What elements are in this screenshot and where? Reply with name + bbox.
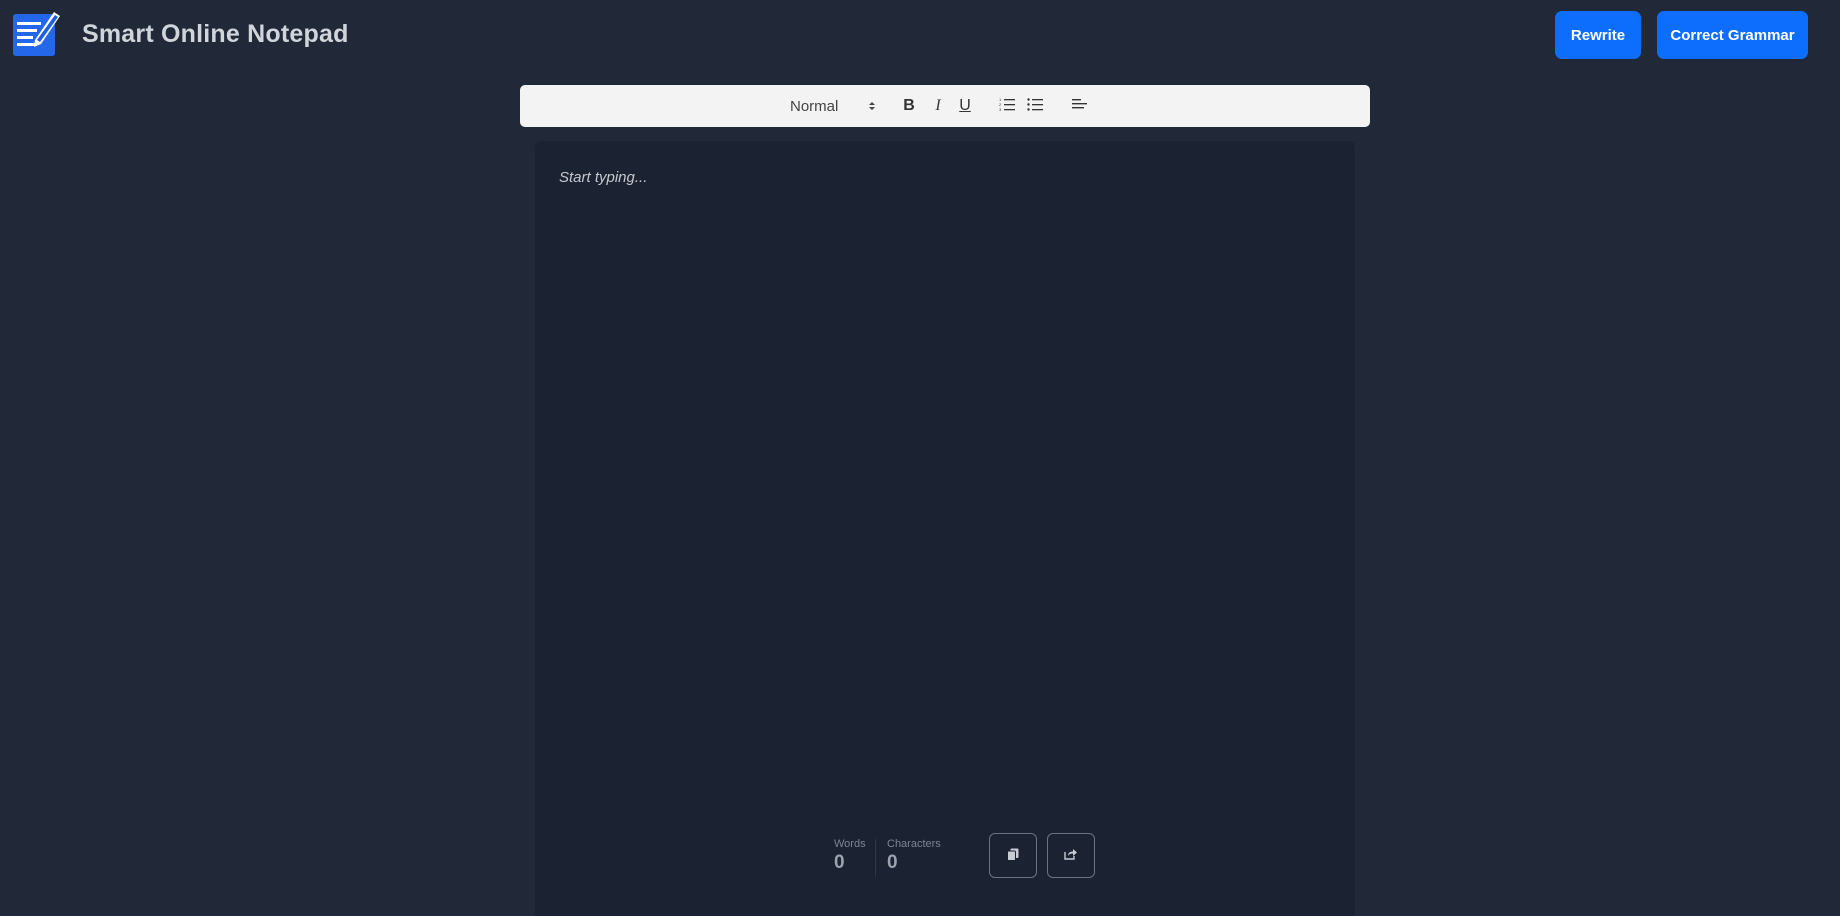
- notepad-logo-icon: [13, 10, 61, 58]
- share-icon: [1064, 848, 1078, 863]
- ordered-list-icon: 1 2 3: [999, 97, 1015, 116]
- copy-button[interactable]: [989, 833, 1037, 878]
- editor-toolbar: Normal B I U 1 2 3: [520, 85, 1370, 127]
- bullet-list-button[interactable]: [1024, 85, 1046, 127]
- character-count-value: 0: [887, 852, 898, 873]
- correct-grammar-button[interactable]: Correct Grammar: [1657, 11, 1808, 59]
- svg-text:3: 3: [999, 107, 1002, 111]
- editor-area[interactable]: Start typing... Words 0 Characters 0: [535, 141, 1355, 916]
- stats-divider: [875, 839, 876, 877]
- character-count: Characters 0: [887, 838, 941, 874]
- word-count-value: 0: [834, 852, 845, 873]
- format-select[interactable]: Normal: [790, 85, 882, 127]
- editor-placeholder: Start typing...: [559, 169, 648, 186]
- align-button[interactable]: [1069, 85, 1091, 127]
- underline-button[interactable]: U: [954, 85, 976, 127]
- rewrite-button[interactable]: Rewrite: [1555, 11, 1641, 59]
- bullet-list-icon: [1027, 97, 1043, 116]
- copy-icon: [1007, 848, 1019, 864]
- character-count-label: Characters: [887, 838, 941, 850]
- ordered-list-button[interactable]: 1 2 3: [996, 85, 1018, 127]
- share-button[interactable]: [1047, 833, 1095, 878]
- format-select-value: Normal: [790, 97, 839, 115]
- italic-button[interactable]: I: [927, 85, 949, 127]
- app-header: Smart Online Notepad Rewrite Correct Gra…: [0, 0, 1840, 70]
- bold-button[interactable]: B: [898, 85, 920, 127]
- word-count: Words 0: [834, 838, 866, 874]
- select-arrows-icon: [868, 99, 876, 113]
- align-left-icon: [1072, 97, 1088, 115]
- app-title: Smart Online Notepad: [82, 20, 349, 48]
- word-count-label: Words: [834, 838, 866, 850]
